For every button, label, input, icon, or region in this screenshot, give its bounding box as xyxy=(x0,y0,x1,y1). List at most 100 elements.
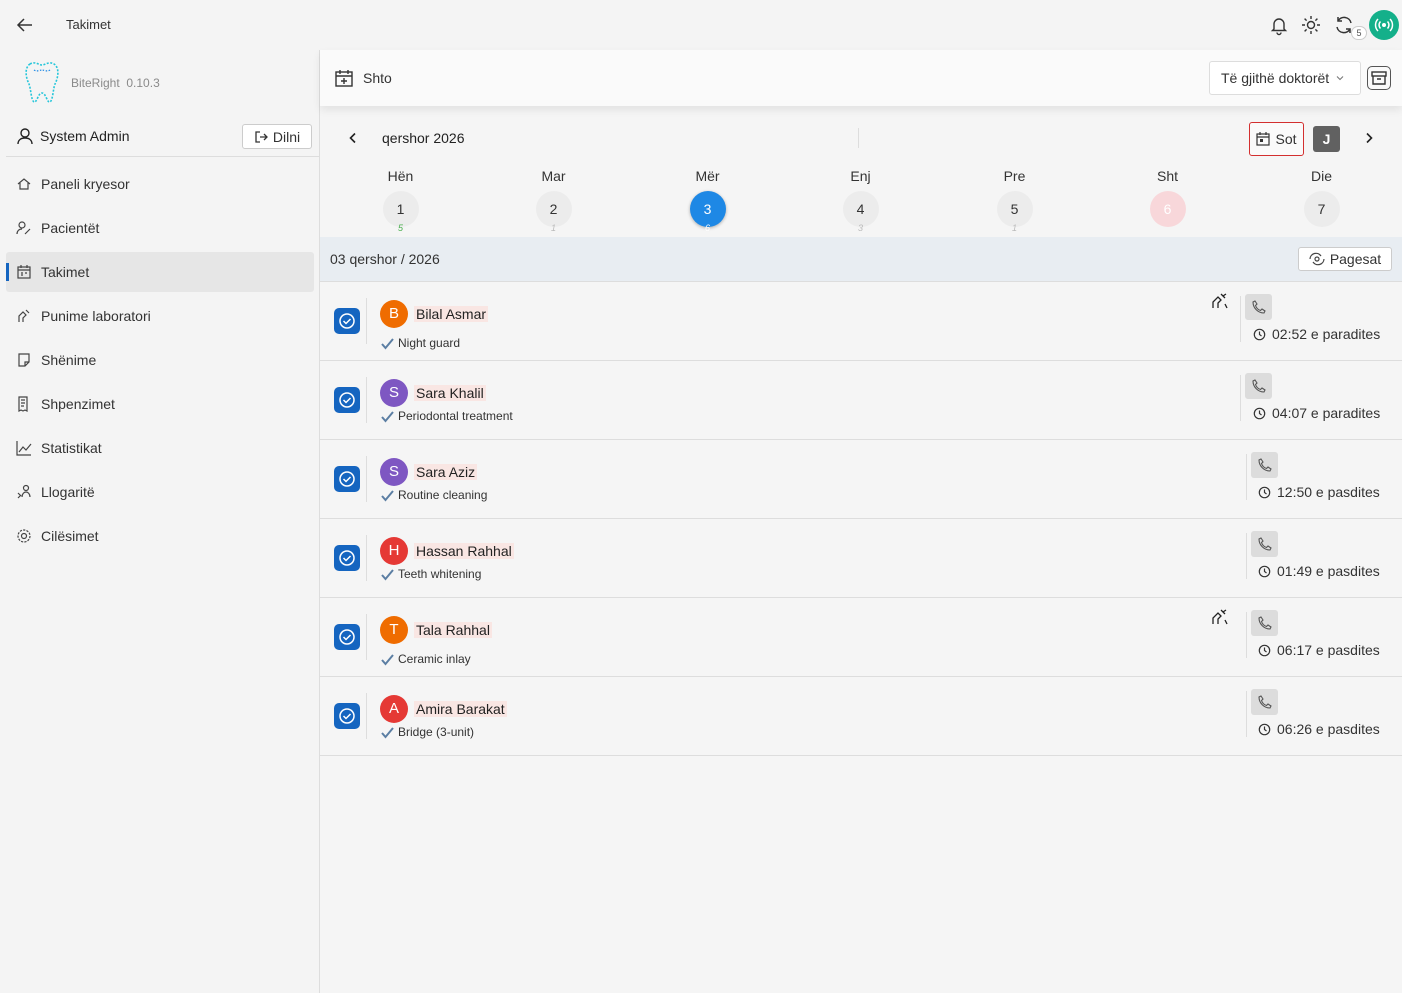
toolbar: Shto Të gjithë doktorët xyxy=(320,50,1402,106)
patient-name[interactable]: Sara Aziz xyxy=(414,464,478,480)
day-friday[interactable]: Pre 51 xyxy=(938,165,1091,233)
back-arrow-icon[interactable] xyxy=(14,14,36,36)
call-button[interactable] xyxy=(1251,452,1278,478)
sync-count-badge: 5 xyxy=(1351,26,1367,40)
patient-name[interactable]: Bilal Asmar xyxy=(414,306,489,322)
phone-icon xyxy=(1257,695,1272,709)
day-number[interactable]: 15 xyxy=(382,191,419,233)
day-saturday[interactable]: Sht 6 xyxy=(1091,165,1244,227)
day-number[interactable]: 21 xyxy=(535,191,572,233)
call-button[interactable] xyxy=(1251,610,1278,636)
sidebar-item-label: Shpenzimet xyxy=(41,396,115,412)
day-tuesday[interactable]: Mar 21 xyxy=(477,165,630,233)
patient-name[interactable]: Sara Khalil xyxy=(414,385,486,401)
sun-icon[interactable] xyxy=(1300,14,1322,36)
main-content: Shto Të gjithë doktorët qershor 2026 Sot… xyxy=(320,50,1402,993)
treatment-label: Night guard xyxy=(398,336,461,350)
sidebar-item-notes[interactable]: Shënime xyxy=(6,340,314,380)
day-view-button[interactable]: J xyxy=(1313,126,1340,152)
sidebar-item-patients[interactable]: Pacientët xyxy=(6,208,314,248)
logout-icon xyxy=(255,130,268,143)
appointment-time: 12:50 e pasdites xyxy=(1258,484,1380,500)
page-title: Takimet xyxy=(66,17,111,32)
day-sunday[interactable]: Die 7 xyxy=(1245,165,1398,227)
day-number-text: 4 xyxy=(856,201,865,217)
sidebar-item-label: Statistikat xyxy=(41,440,102,456)
online-status-button[interactable] xyxy=(1369,10,1399,40)
today-button[interactable]: Sot xyxy=(1249,122,1304,156)
appointment-row[interactable]: H Hassan Rahhal Teeth whitening 01:49 e pas… xyxy=(320,519,1402,598)
day-monday[interactable]: Hën 15 xyxy=(324,165,477,233)
archive-button[interactable] xyxy=(1367,66,1391,90)
complete-checkbox[interactable] xyxy=(334,545,360,571)
day-number[interactable]: 7 xyxy=(1303,191,1340,227)
day-number[interactable]: 51 xyxy=(996,191,1033,233)
appointment-row[interactable]: S Sara Khalil Periodontal treatment 04:07 e… xyxy=(320,361,1402,440)
payments-icon xyxy=(1309,252,1325,266)
bell-icon[interactable] xyxy=(1268,14,1290,36)
appointment-row[interactable]: A Amira Barakat Bridge (3-unit) 06:26 e pas… xyxy=(320,677,1402,756)
day-wednesday[interactable]: Mër 36 xyxy=(631,165,784,233)
day-thursday[interactable]: Enj 43 xyxy=(784,165,937,233)
divider xyxy=(366,456,367,502)
call-button[interactable] xyxy=(1245,294,1272,320)
appointment-row[interactable]: T Tala Rahhal Ceramic inlay 06:17 e pasdite… xyxy=(320,598,1402,677)
appointment-row[interactable]: B Bilal Asmar Night guard 02:52 e paradites xyxy=(320,282,1402,361)
call-button[interactable] xyxy=(1251,531,1278,557)
checkmark-icon xyxy=(381,653,394,666)
payments-label: Pagesat xyxy=(1329,251,1382,267)
doctor-select[interactable]: Të gjithë doktorët xyxy=(1209,61,1361,95)
day-number[interactable]: 43 xyxy=(842,191,879,233)
sidebar-item-statistics[interactable]: Statistikat xyxy=(6,428,314,468)
complete-checkbox[interactable] xyxy=(334,466,360,492)
chevron-right-icon[interactable] xyxy=(1362,131,1376,145)
lab-work-icon[interactable] xyxy=(1211,292,1229,310)
payments-button[interactable]: Pagesat xyxy=(1298,247,1392,271)
divider xyxy=(6,156,320,157)
complete-checkbox[interactable] xyxy=(334,703,360,729)
day-number-weekend[interactable]: 6 xyxy=(1149,191,1186,227)
appointment-count: 1 xyxy=(1011,223,1017,233)
sidebar-item-expenses[interactable]: Shpenzimet xyxy=(6,384,314,424)
sidebar-item-label: Llogaritë xyxy=(41,484,95,500)
add-appointment-button[interactable]: Shto xyxy=(334,68,392,88)
patient-name[interactable]: Amira Barakat xyxy=(414,701,507,717)
time-label: 01:49 e pasdites xyxy=(1277,563,1380,579)
checkmark-icon xyxy=(381,489,394,502)
sidebar-item-accounts[interactable]: Llogaritë xyxy=(6,472,314,512)
chevron-left-icon[interactable] xyxy=(346,131,360,145)
check-circle-icon xyxy=(339,313,355,329)
treatment-label: Teeth whitening xyxy=(398,567,482,581)
archive-icon xyxy=(1371,71,1387,85)
sidebar-item-settings[interactable]: Cilësimet xyxy=(6,516,314,556)
calendar-header: qershor 2026 Sot J xyxy=(320,122,1402,157)
treatment: Bridge (3-unit) xyxy=(381,725,474,739)
sidebar-item-label: Takimet xyxy=(41,264,90,280)
complete-checkbox[interactable] xyxy=(334,624,360,650)
treatment-label: Periodontal treatment xyxy=(398,409,513,423)
patient-name[interactable]: Hassan Rahhal xyxy=(414,543,514,559)
sidebar-item-dashboard[interactable]: Paneli kryesor xyxy=(6,164,314,204)
day-number-selected[interactable]: 36 xyxy=(689,191,726,233)
appointment-count: 3 xyxy=(857,223,863,233)
treatment-label: Bridge (3-unit) xyxy=(398,725,475,739)
call-button[interactable] xyxy=(1245,373,1272,399)
gear-icon xyxy=(17,529,31,543)
chevron-down-icon xyxy=(1336,76,1344,81)
sidebar-item-appointments[interactable]: Takimet xyxy=(6,252,314,292)
complete-checkbox[interactable] xyxy=(334,308,360,334)
appointment-row[interactable]: S Sara Aziz Routine cleaning 12:50 e pasdit… xyxy=(320,440,1402,519)
divider xyxy=(1246,454,1247,500)
sidebar-item-lab-work[interactable]: Punime laboratori xyxy=(6,296,314,336)
clock-icon xyxy=(1253,328,1266,340)
time-label: 02:52 e paradites xyxy=(1272,326,1381,342)
lab-work-icon[interactable] xyxy=(1211,608,1229,626)
patient-name[interactable]: Tala Rahhal xyxy=(414,622,492,638)
call-button[interactable] xyxy=(1251,689,1278,715)
clock-icon xyxy=(1258,486,1271,498)
phone-icon xyxy=(1257,458,1272,472)
complete-checkbox[interactable] xyxy=(334,387,360,413)
appointment-list: B Bilal Asmar Night guard 02:52 e paradites… xyxy=(320,282,1402,756)
logout-button[interactable]: Dilni xyxy=(242,124,312,149)
broadcast-icon xyxy=(1374,18,1394,32)
